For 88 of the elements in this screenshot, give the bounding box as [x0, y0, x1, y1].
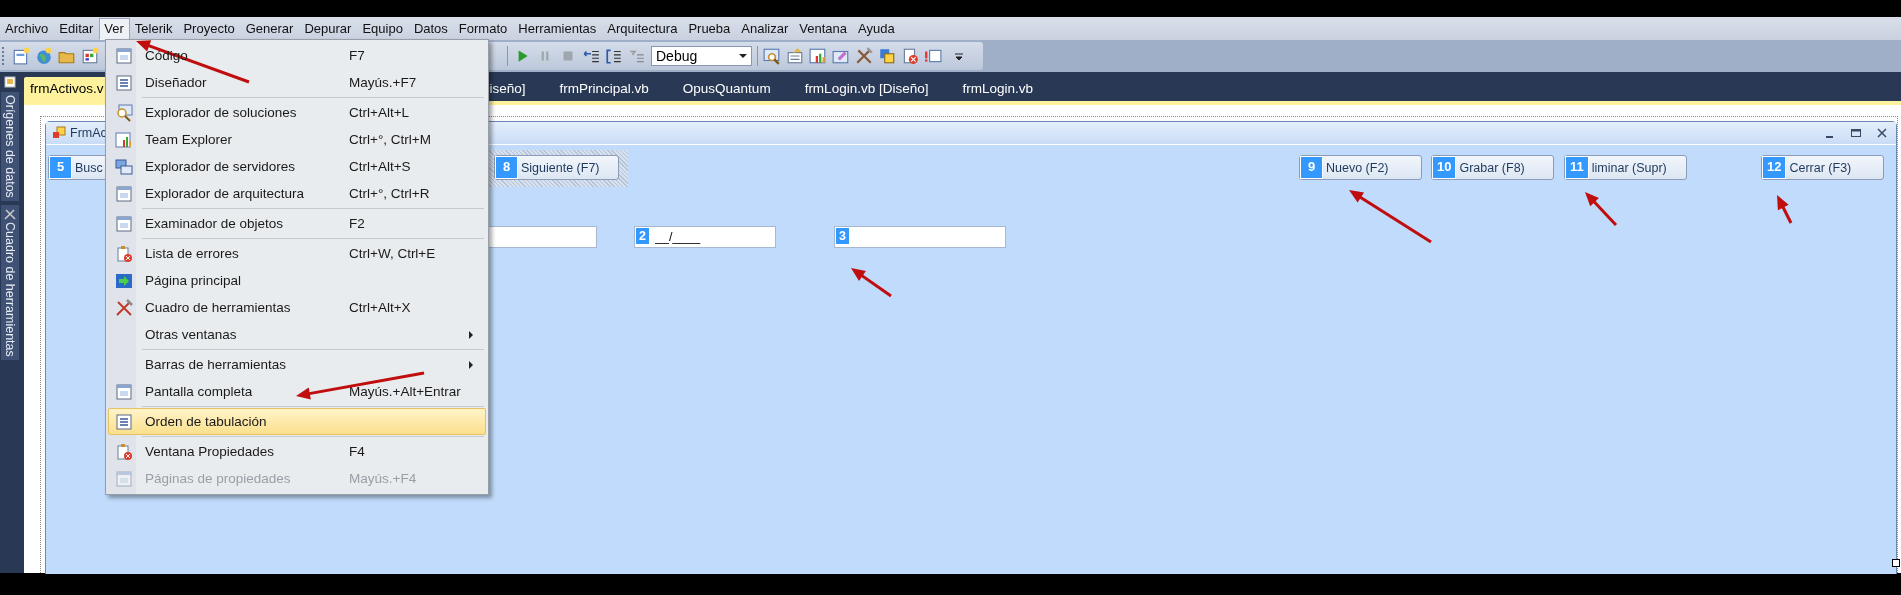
form-button[interactable]: 8 Siguiente (F7) [494, 155, 619, 180]
magnifier-icon [115, 103, 133, 122]
window-icon [115, 214, 133, 233]
tab-index-badge: 5 [49, 156, 72, 179]
menu-item[interactable]: Ventana [794, 17, 853, 40]
annotation-arrow [1585, 192, 1618, 227]
menu-item[interactable]: Pantalla completa Mayús.+Alt+Entrar [108, 378, 486, 405]
menu-item[interactable]: Cuadro de herramientas Ctrl+Alt+X [108, 294, 486, 321]
window-icon [115, 382, 133, 401]
menu-item[interactable]: Herramientas [513, 17, 603, 40]
tab-index-badge: 3 [835, 227, 850, 245]
annotation-arrow [851, 268, 892, 298]
list-icon [115, 412, 133, 431]
menu-item[interactable]: Formato [453, 17, 514, 40]
clipboard-icon [115, 442, 133, 461]
clipboard-icon [115, 244, 133, 263]
overflow-icon[interactable] [955, 51, 963, 61]
grid-icon[interactable] [81, 47, 99, 65]
menu-item[interactable]: Depurar [299, 17, 358, 40]
menu-item[interactable]: Datos [408, 17, 454, 40]
list-icon [115, 73, 133, 92]
form-title: FrmAc [70, 126, 107, 140]
menu-item[interactable]: Prueba [683, 17, 737, 40]
menu-item[interactable]: Ver [99, 17, 130, 40]
tab-index-badge: 9 [1300, 156, 1323, 179]
chart-icon [115, 130, 133, 149]
menu-item[interactable]: Team Explorer Ctrl+°, Ctrl+M [108, 126, 486, 153]
menu-item[interactable]: Explorador de soluciones Ctrl+Alt+L [108, 99, 486, 126]
configuration-dropdown[interactable]: Debug [651, 46, 752, 66]
document-tab[interactable]: frmPrincipal.vb [553, 77, 677, 101]
tools-icon[interactable] [855, 47, 873, 65]
form-button[interactable]: 9 Nuevo (F2) [1299, 155, 1422, 180]
menu-item[interactable]: Editar [54, 17, 100, 40]
menu-item[interactable]: Ventana Propiedades F4 [108, 438, 486, 465]
window-icon [115, 469, 133, 488]
panel-icon[interactable] [4, 76, 16, 88]
document-tab[interactable]: frmLogin.vb [956, 77, 1061, 101]
submenu-arrow-icon [469, 330, 473, 339]
window-icon [115, 184, 133, 203]
submenu-arrow-icon [469, 360, 473, 369]
tab-index-badge: 12 [1762, 156, 1787, 179]
maximize-icon[interactable] [1850, 127, 1862, 139]
resize-handle[interactable] [1892, 559, 1900, 567]
tools-icon [4, 207, 16, 220]
document-tab[interactable]: frmLogin.vb [Diseño] [798, 77, 957, 101]
document-tab[interactable]: OpusQuantum [676, 77, 799, 101]
menu-item[interactable]: Ayuda [853, 17, 901, 40]
tab-index-badge: 10 [1432, 156, 1457, 179]
menu-item[interactable]: Equipo [357, 17, 409, 40]
menu-item[interactable]: Orden de tabulación [108, 408, 486, 435]
menu-item[interactable]: Analizar [736, 17, 795, 40]
globe-icon[interactable] [35, 47, 53, 65]
text-field[interactable] [834, 226, 1006, 248]
annotation-arrow [1777, 195, 1793, 224]
side-panel-tab[interactable]: Cuadro de herramientas [1, 204, 19, 360]
menu-item[interactable]: Generar [240, 17, 300, 40]
menu-item[interactable]: Explorador de arquitectura Ctrl+°, Ctrl+R [108, 180, 486, 207]
menu-item[interactable]: Barras de herramientas [108, 351, 486, 378]
windows-icon[interactable] [878, 47, 896, 65]
menu-item[interactable]: Proyecto [178, 17, 241, 40]
form-button[interactable]: 11 liminar (Supr) [1564, 155, 1687, 180]
new-project-icon[interactable] [12, 47, 30, 65]
menu-item[interactable]: Telerik [129, 17, 179, 40]
step-icon[interactable] [605, 47, 623, 65]
tab-index-badge: 11 [1565, 156, 1589, 179]
form-button[interactable]: 10 Grabar (F8) [1431, 155, 1554, 180]
menu-item[interactable]: Explorador de servidores Ctrl+Alt+S [108, 153, 486, 180]
form-icon [52, 126, 66, 140]
menu-item[interactable]: Página principal [108, 267, 486, 294]
menu-item[interactable]: Lista de errores Ctrl+W, Ctrl+E [108, 240, 486, 267]
menu-item[interactable]: Archivo [0, 17, 55, 40]
error-list-icon[interactable] [901, 47, 919, 65]
menu-item[interactable]: Examinador de objetos F2 [108, 210, 486, 237]
tools-icon [115, 298, 133, 317]
computer-icon [115, 157, 133, 176]
side-panel-tab[interactable]: Orígenes de datos [1, 92, 19, 201]
form-button[interactable]: 12 Cerrar (F3) [1761, 155, 1884, 180]
window-icon [115, 46, 133, 65]
tab-index-badge: 8 [495, 156, 518, 179]
task-list-icon[interactable] [924, 47, 942, 65]
menu-item[interactable]: Arquitectura [602, 17, 684, 40]
tab-index-badge: 2 [635, 227, 650, 245]
chart-icon[interactable] [809, 47, 827, 65]
close-icon[interactable] [1876, 127, 1888, 139]
magnifier-icon[interactable] [763, 47, 781, 65]
caret-icon [739, 54, 747, 58]
properties-icon[interactable] [786, 47, 804, 65]
menu-item[interactable]: Otras ventanas [108, 321, 486, 348]
